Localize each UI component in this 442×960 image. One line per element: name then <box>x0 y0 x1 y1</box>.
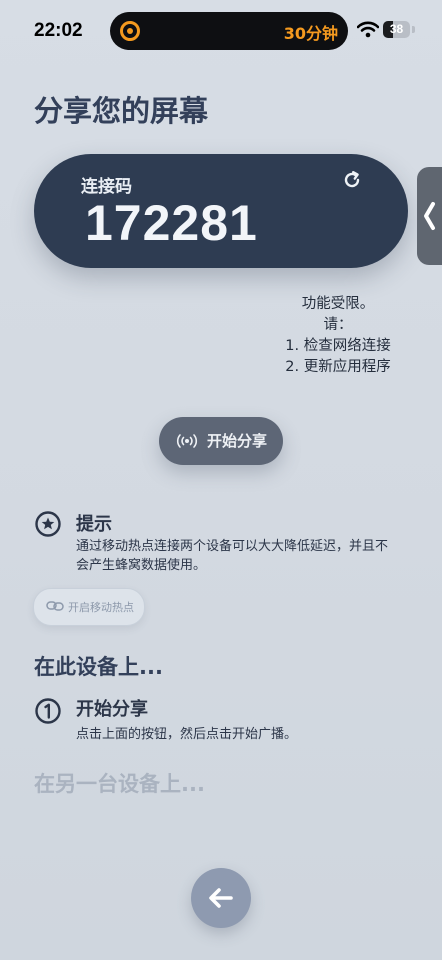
wifi-icon <box>357 21 379 38</box>
link-icon <box>46 601 64 611</box>
step-title: 开始分享 <box>76 699 148 720</box>
this-device-title: 在此设备上... <box>34 655 163 679</box>
connection-code-value: 172281 <box>85 195 258 251</box>
timer-ring-icon <box>120 21 140 41</box>
dynamic-island[interactable]: 30分钟 <box>110 12 348 50</box>
connection-code-card: 连接码 172281 <box>34 154 408 268</box>
page-title: 分享您的屏幕 <box>34 94 209 128</box>
side-panel-tab[interactable] <box>417 167 442 265</box>
notice-line: 2. 更新应用程序 <box>285 359 391 375</box>
back-button[interactable] <box>191 868 251 928</box>
arrow-left-icon <box>209 888 233 908</box>
status-time: 22:02 <box>34 20 83 41</box>
battery-cap <box>412 26 415 33</box>
enable-hotspot-button[interactable]: 开启移动热点 <box>33 588 145 626</box>
notice-line: 请： <box>323 317 353 333</box>
island-timer-label: 30分钟 <box>283 24 338 43</box>
notice-line: 1. 检查网络连接 <box>285 338 391 354</box>
step-description: 点击上面的按钮，然后点击开始广播。 <box>76 727 298 742</box>
tip-body: 通过移动热点连接两个设备可以大大降低延迟，并且不会产生蜂窝数据使用。 <box>76 539 389 573</box>
number-one-icon <box>35 698 61 724</box>
broadcast-icon <box>176 434 198 448</box>
refresh-icon[interactable] <box>341 169 363 191</box>
star-icon <box>35 511 61 537</box>
chevron-left-icon <box>424 202 435 230</box>
start-share-label: 开始分享 <box>207 432 268 450</box>
battery-level: 38 <box>389 22 404 36</box>
notice-line: 功能受限。 <box>301 296 375 312</box>
tip-title: 提示 <box>76 514 112 535</box>
enable-hotspot-label: 开启移动热点 <box>68 601 134 614</box>
start-share-button[interactable]: 开始分享 <box>159 417 283 465</box>
other-device-title: 在另一台设备上... <box>34 772 205 796</box>
battery-icon: 38 <box>383 21 410 38</box>
limited-function-notice: 功能受限。 请： 1. 检查网络连接 2. 更新应用程序 <box>268 294 408 378</box>
